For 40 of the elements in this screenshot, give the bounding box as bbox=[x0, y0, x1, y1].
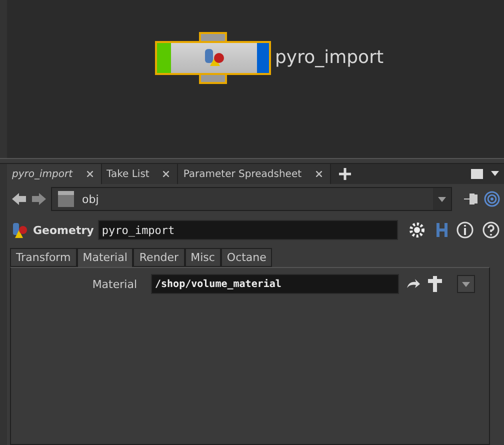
node-name-field[interactable]: pyro_import bbox=[98, 220, 398, 240]
geometry-node[interactable] bbox=[155, 32, 271, 84]
pin-icon[interactable] bbox=[462, 192, 480, 206]
path-text: obj bbox=[82, 192, 99, 206]
dropdown-button[interactable] bbox=[433, 188, 451, 210]
pane-tab[interactable]: pyro_import bbox=[7, 164, 102, 184]
tab-label[interactable]: Take List bbox=[106, 168, 150, 180]
node-label: pyro_import bbox=[275, 47, 384, 68]
parameter-tab[interactable]: Material bbox=[76, 248, 134, 267]
chooser-icon[interactable] bbox=[427, 276, 443, 292]
parameter-tab[interactable]: Transform bbox=[10, 248, 77, 267]
close-icon[interactable] bbox=[316, 171, 322, 177]
pane-tab[interactable]: Take List bbox=[102, 164, 178, 184]
shapes-icon bbox=[11, 221, 29, 239]
clapboard-icon bbox=[58, 191, 74, 207]
close-icon[interactable] bbox=[163, 171, 170, 177]
menu-button[interactable] bbox=[457, 275, 475, 293]
caret-icon[interactable] bbox=[491, 171, 499, 177]
parameter-tab[interactable]: Misc bbox=[184, 248, 221, 267]
gear-icon[interactable] bbox=[408, 221, 426, 239]
caret-icon bbox=[462, 282, 470, 286]
material-field[interactable]: /shop/volume_material bbox=[151, 274, 399, 294]
add-tab-icon[interactable] bbox=[338, 168, 351, 180]
tab-label[interactable]: Parameter Spreadsheet bbox=[183, 168, 302, 180]
parameter-tab[interactable]: Render bbox=[133, 248, 185, 267]
node-type-label: Geometry bbox=[33, 224, 94, 236]
caret-icon bbox=[438, 196, 446, 202]
shapes-icon bbox=[203, 48, 225, 68]
pane-tab[interactable]: Parameter Spreadsheet bbox=[178, 164, 331, 184]
parameter-tab[interactable]: Octane bbox=[220, 248, 272, 267]
target-icon[interactable] bbox=[484, 191, 500, 207]
field-label: Material bbox=[91, 278, 138, 290]
help-icon[interactable] bbox=[482, 221, 500, 239]
jump-icon[interactable] bbox=[405, 278, 421, 290]
forward-icon[interactable] bbox=[31, 192, 47, 206]
back-icon[interactable] bbox=[11, 192, 27, 206]
tab-label[interactable]: pyro_import bbox=[12, 168, 73, 180]
close-icon[interactable] bbox=[86, 171, 93, 177]
path-field[interactable]: obj bbox=[51, 187, 452, 211]
info-icon[interactable] bbox=[456, 221, 474, 239]
